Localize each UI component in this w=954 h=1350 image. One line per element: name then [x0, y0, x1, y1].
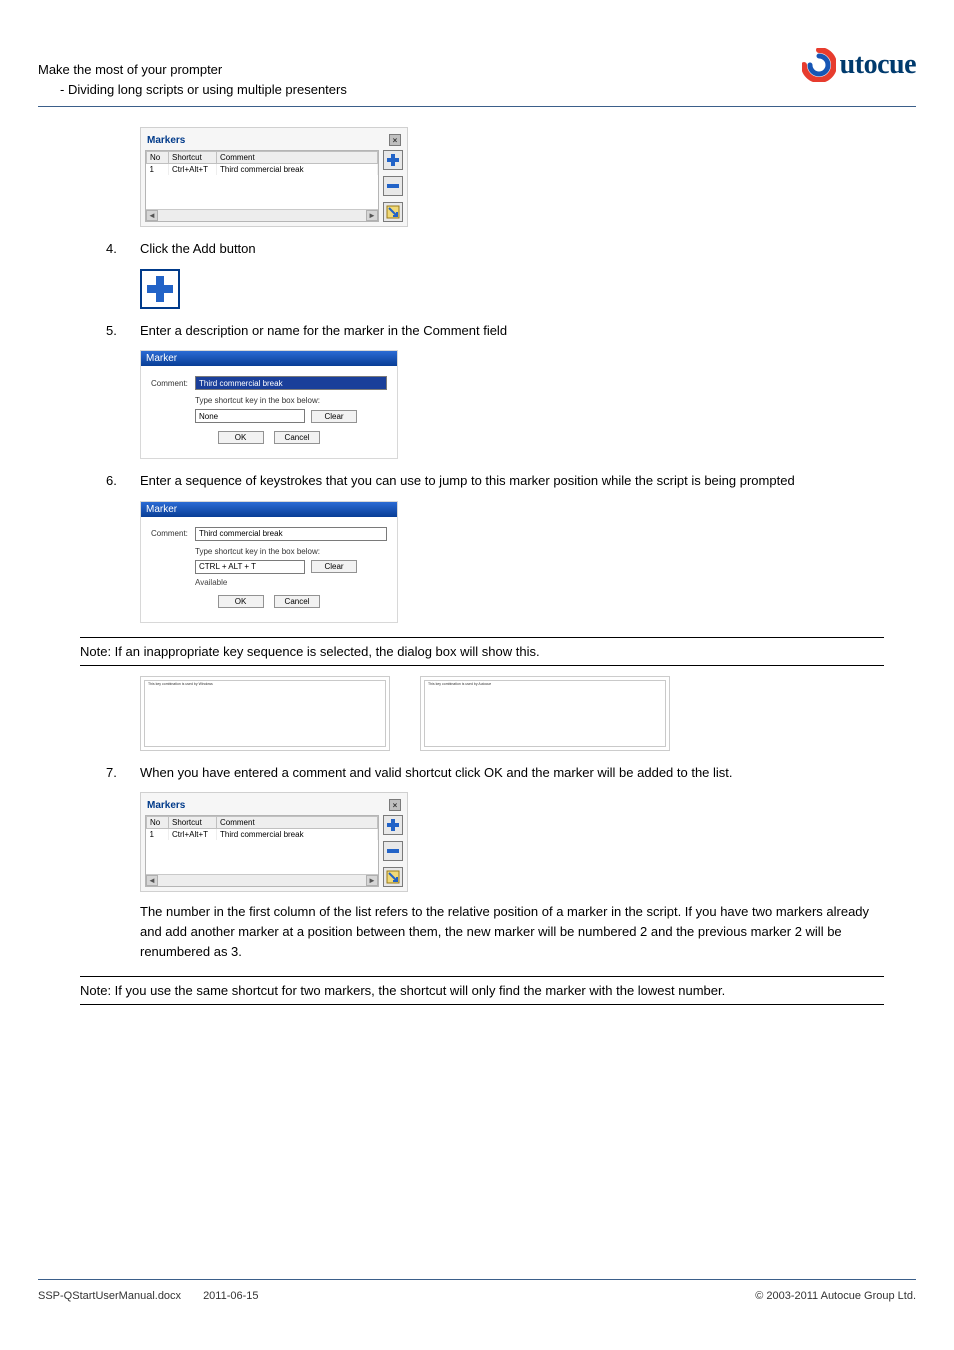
step-4-text: Click the Add button [140, 239, 884, 259]
add-marker-button[interactable] [383, 815, 403, 835]
goto-marker-button[interactable] [383, 202, 403, 222]
clear-button[interactable]: Clear [311, 560, 357, 573]
step-4-number: 4. [106, 239, 124, 259]
shortcut-input[interactable]: None [195, 409, 305, 423]
ok-button[interactable]: OK [218, 431, 264, 444]
h-scrollbar[interactable]: ◄ ► [146, 874, 378, 886]
header-title: Make the most of your prompter [38, 60, 916, 80]
table-row[interactable]: 1 Ctrl+Alt+T Third commercial break [147, 829, 378, 841]
step-5-number: 5. [106, 321, 124, 341]
footer-copyright: © 2003-2011 Autocue Group Ltd. [755, 1290, 916, 1302]
goto-icon [386, 205, 400, 219]
cancel-button[interactable]: Cancel [274, 431, 321, 444]
logo-text: utocue [840, 49, 916, 81]
clear-button[interactable]: Clear [311, 410, 357, 423]
markers-title: Markers [147, 135, 185, 146]
close-icon[interactable]: × [389, 799, 401, 811]
marker-dialog-2: Marker Comment: Third commercial break T… [140, 501, 398, 623]
scroll-right-icon[interactable]: ► [366, 875, 378, 886]
col-comment[interactable]: Comment [217, 152, 378, 164]
markers-table: No Shortcut Comment 1 Ctrl+Alt+T Third c… [146, 151, 378, 175]
comment-input[interactable]: Third commercial break [195, 527, 387, 541]
shortcut-hint: Type shortcut key in the box below: [195, 396, 387, 405]
explanation-paragraph: The number in the first column of the li… [140, 902, 884, 962]
screenshot-right: This key combination is used by Autocue [420, 676, 670, 751]
marker-dialog-2-title: Marker [141, 502, 397, 517]
note-1: Note: If an inappropriate key sequence i… [80, 637, 884, 666]
step-7-number: 7. [106, 763, 124, 783]
screenshot-left: This key combination is used by Windows [140, 676, 390, 751]
note-2: Note: If you use the same shortcut for t… [80, 976, 884, 1005]
col-shortcut[interactable]: Shortcut [169, 817, 217, 829]
comment-label: Comment: [151, 529, 189, 538]
markers-dialog: Markers × No Shortcut Comment 1 Ctrl+Alt… [140, 127, 408, 227]
footer-doc: SSP-QStartUserManual.docx [38, 1290, 181, 1302]
logo-swirl-icon [802, 48, 836, 82]
header-subtitle: - Dividing long scripts or using multipl… [38, 80, 916, 100]
plus-icon [386, 818, 400, 832]
step-5-text: Enter a description or name for the mark… [140, 321, 884, 341]
markers-title: Markers [147, 800, 185, 811]
shortcut-hint: Type shortcut key in the box below: [195, 547, 387, 556]
comment-label: Comment: [151, 379, 189, 388]
add-button-figure [140, 269, 180, 309]
footer-date: 2011-06-15 [203, 1290, 258, 1302]
plus-icon [145, 274, 175, 304]
goto-marker-button[interactable] [383, 867, 403, 887]
scroll-left-icon[interactable]: ◄ [146, 210, 158, 221]
markers-dialog-2: Markers × No Shortcut Comment 1 Ctrl+Alt… [140, 792, 408, 892]
col-shortcut[interactable]: Shortcut [169, 152, 217, 164]
minus-icon [386, 844, 400, 858]
remove-marker-button[interactable] [383, 841, 403, 861]
remove-marker-button[interactable] [383, 176, 403, 196]
table-row[interactable]: 1 Ctrl+Alt+T Third commercial break [147, 164, 378, 176]
col-comment[interactable]: Comment [217, 817, 378, 829]
step-6-number: 6. [106, 471, 124, 491]
scroll-right-icon[interactable]: ► [366, 210, 378, 221]
available-label: Available [195, 578, 387, 587]
shortcut-input[interactable]: CTRL + ALT + T [195, 560, 305, 574]
cancel-button[interactable]: Cancel [274, 595, 321, 608]
plus-icon [386, 153, 400, 167]
scroll-left-icon[interactable]: ◄ [146, 875, 158, 886]
h-scrollbar[interactable]: ◄ ► [146, 209, 378, 221]
step-6-text: Enter a sequence of keystrokes that you … [140, 471, 884, 491]
markers-table: No Shortcut Comment 1 Ctrl+Alt+T Third c… [146, 816, 378, 840]
marker-dialog-1-title: Marker [141, 351, 397, 366]
minus-icon [386, 179, 400, 193]
add-marker-button[interactable] [383, 150, 403, 170]
logo: utocue [802, 48, 916, 82]
comment-input[interactable]: Third commercial break [195, 376, 387, 390]
close-icon[interactable]: × [389, 134, 401, 146]
goto-icon [386, 870, 400, 884]
col-no[interactable]: No [147, 152, 169, 164]
ok-button[interactable]: OK [218, 595, 264, 608]
step-7-text: When you have entered a comment and vali… [140, 763, 884, 783]
marker-dialog-1: Marker Comment: Third commercial break T… [140, 350, 398, 459]
col-no[interactable]: No [147, 817, 169, 829]
